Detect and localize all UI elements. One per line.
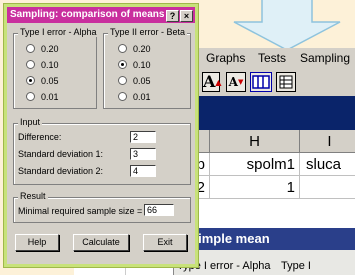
dialog-titlebar[interactable]: Sampling: comparison of means ? ×: [7, 7, 195, 23]
result-label: Minimal required sample size =: [18, 206, 143, 216]
table-cell[interactable]: 1: [210, 176, 300, 199]
close-icon[interactable]: ×: [180, 10, 193, 22]
beta-option-001[interactable]: 0.01: [118, 91, 151, 103]
font-smaller-icon[interactable]: A▼: [226, 72, 246, 92]
difference-field[interactable]: 2: [130, 131, 156, 143]
radio-button[interactable]: [26, 60, 35, 69]
sd2-label: Standard deviation 2:: [18, 166, 104, 176]
menu-graphs[interactable]: Graphs: [206, 51, 245, 65]
radio-button[interactable]: [26, 44, 35, 53]
radio-label: 0.10: [133, 60, 151, 70]
result-group: Result Minimal required sample size = 66: [13, 191, 191, 223]
help-button[interactable]: Help: [15, 234, 59, 251]
radio-label: 0.20: [133, 44, 151, 54]
radio-button[interactable]: [118, 44, 127, 53]
alpha-option-010[interactable]: 0.10: [26, 59, 59, 71]
radio-button-selected[interactable]: [118, 60, 127, 69]
radio-button-selected[interactable]: [26, 76, 35, 85]
column-header[interactable]: H: [210, 130, 300, 153]
radio-button[interactable]: [118, 92, 127, 101]
radio-label: 0.01: [133, 92, 151, 102]
beta-option-020[interactable]: 0.20: [118, 43, 151, 55]
sampling-dialog: Sampling: comparison of means ? × Type I …: [4, 4, 198, 267]
beta-option-010[interactable]: 0.10: [118, 59, 151, 71]
dialog-title: Sampling: comparison of means: [10, 9, 165, 20]
arrow-down-icon: [233, 0, 341, 51]
sd1-label: Standard deviation 1:: [18, 149, 104, 159]
sd1-field[interactable]: 3: [130, 148, 156, 160]
help-icon[interactable]: ?: [166, 10, 179, 22]
background-group-beta: Type I: [281, 260, 311, 272]
table-cell[interactable]: spolm1: [210, 153, 300, 176]
alpha-option-001[interactable]: 0.01: [26, 91, 59, 103]
result-field: 66: [144, 204, 174, 216]
alpha-option-005[interactable]: 0.05: [26, 75, 59, 87]
font-larger-icon[interactable]: A▲: [202, 72, 222, 92]
radio-label: 0.10: [41, 60, 59, 70]
radio-label: 0.20: [41, 44, 59, 54]
alpha-option-020[interactable]: 0.20: [26, 43, 59, 55]
beta-group: Type II error - Beta 0.20 0.10 0.05 0.01: [103, 27, 191, 109]
column-header[interactable]: I: [300, 130, 355, 153]
radio-label: 0.01: [41, 92, 59, 102]
difference-label: Difference:: [18, 132, 62, 142]
sd2-field[interactable]: 4: [130, 165, 156, 177]
input-group: Input Difference: 2 Standard deviation 1…: [13, 117, 191, 185]
background-dialog-title: g: simple mean: [171, 228, 355, 250]
radio-label: 0.05: [133, 76, 151, 86]
radio-button[interactable]: [26, 92, 35, 101]
radio-label: 0.05: [41, 76, 59, 86]
input-group-title: Input: [18, 117, 43, 127]
beta-group-title: Type II error - Beta: [108, 27, 188, 37]
table-cell[interactable]: sluca: [300, 153, 355, 176]
alpha-group: Type I error - Alpha 0.20 0.10 0.05 0.01: [13, 27, 99, 109]
calculate-button[interactable]: Calculate: [73, 234, 129, 251]
grid-icon[interactable]: [276, 72, 296, 92]
exit-button[interactable]: Exit: [143, 234, 187, 251]
radio-button[interactable]: [118, 76, 127, 85]
result-group-title: Result: [18, 191, 48, 201]
alpha-group-title: Type I error - Alpha: [18, 27, 99, 37]
beta-option-005[interactable]: 0.05: [118, 75, 151, 87]
menu-tests[interactable]: Tests: [258, 51, 286, 65]
columns-icon[interactable]: [250, 72, 272, 92]
table-cell[interactable]: [300, 176, 355, 199]
menu-sampling[interactable]: Sampling: [300, 51, 350, 65]
